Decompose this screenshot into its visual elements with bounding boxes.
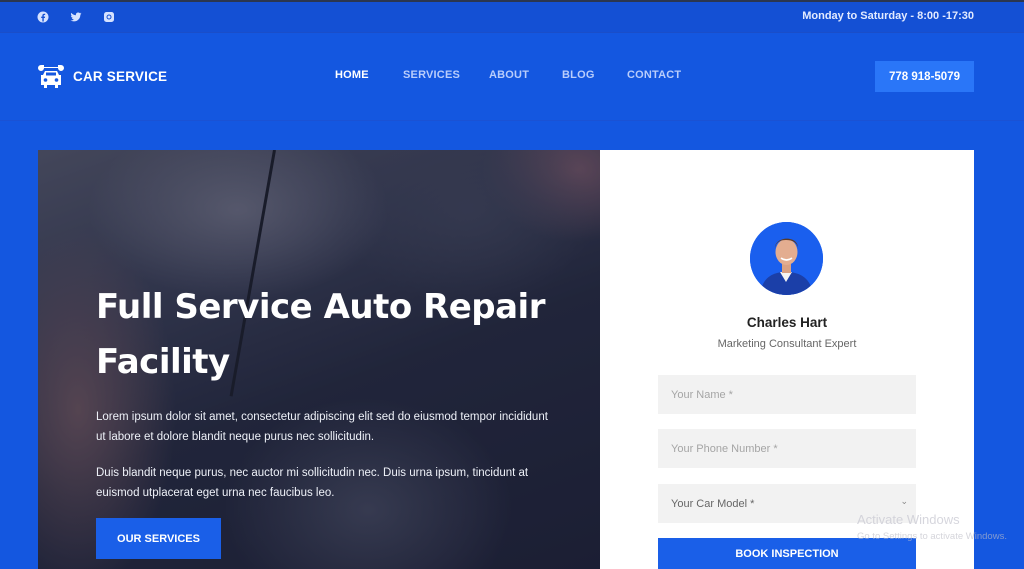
consultant-name: Charles Hart	[746, 315, 828, 330]
name-input[interactable]	[658, 375, 916, 414]
nav-blog[interactable]: BLOG	[562, 69, 595, 81]
instagram-icon[interactable]	[102, 10, 116, 24]
nav-about[interactable]: ABOUT	[489, 69, 529, 81]
avatar	[750, 222, 823, 295]
booking-card: Charles Hart Marketing Consultant Expert…	[600, 150, 974, 569]
car-wrench-icon	[38, 65, 64, 88]
nav-home[interactable]: HOME	[335, 69, 369, 81]
hero-title: Full Service Auto Repair Facility	[96, 287, 545, 382]
hero-section: Full Service Auto Repair Facility Lorem …	[38, 150, 600, 569]
chevron-down-icon: ⌄	[900, 496, 908, 506]
twitter-icon[interactable]	[69, 10, 83, 24]
our-services-button[interactable]: OUR SERVICES	[96, 518, 221, 559]
nav-contact[interactable]: CONTACT	[627, 69, 681, 81]
phone-input[interactable]	[658, 429, 916, 468]
hero-paragraph: Duis blandit neque purus, nec auctor mi …	[96, 467, 529, 499]
car-model-selected-value: Your Car Model *	[671, 497, 755, 510]
facebook-icon[interactable]	[36, 10, 50, 24]
main-header: CAR SERVICE HOME SERVICES ABOUT BLOG CON…	[0, 33, 1024, 121]
nav-services[interactable]: SERVICES	[403, 69, 460, 81]
business-hours: Monday to Saturday - 8:00 -17:30	[802, 10, 974, 22]
car-model-select[interactable]: Your Car Model * ⌄	[658, 484, 916, 523]
consultant-role: Marketing Consultant Expert	[717, 338, 857, 350]
hero-paragraph: Lorem ipsum dolor sit amet, consectetur …	[96, 411, 548, 443]
top-bar: Monday to Saturday - 8:00 -17:30	[0, 0, 1024, 33]
logo-text: CAR SERVICE	[73, 68, 168, 84]
book-inspection-button[interactable]: BOOK INSPECTION	[658, 538, 916, 569]
phone-button[interactable]: 778 918-5079	[875, 61, 974, 92]
logo[interactable]: CAR SERVICE	[38, 62, 167, 90]
